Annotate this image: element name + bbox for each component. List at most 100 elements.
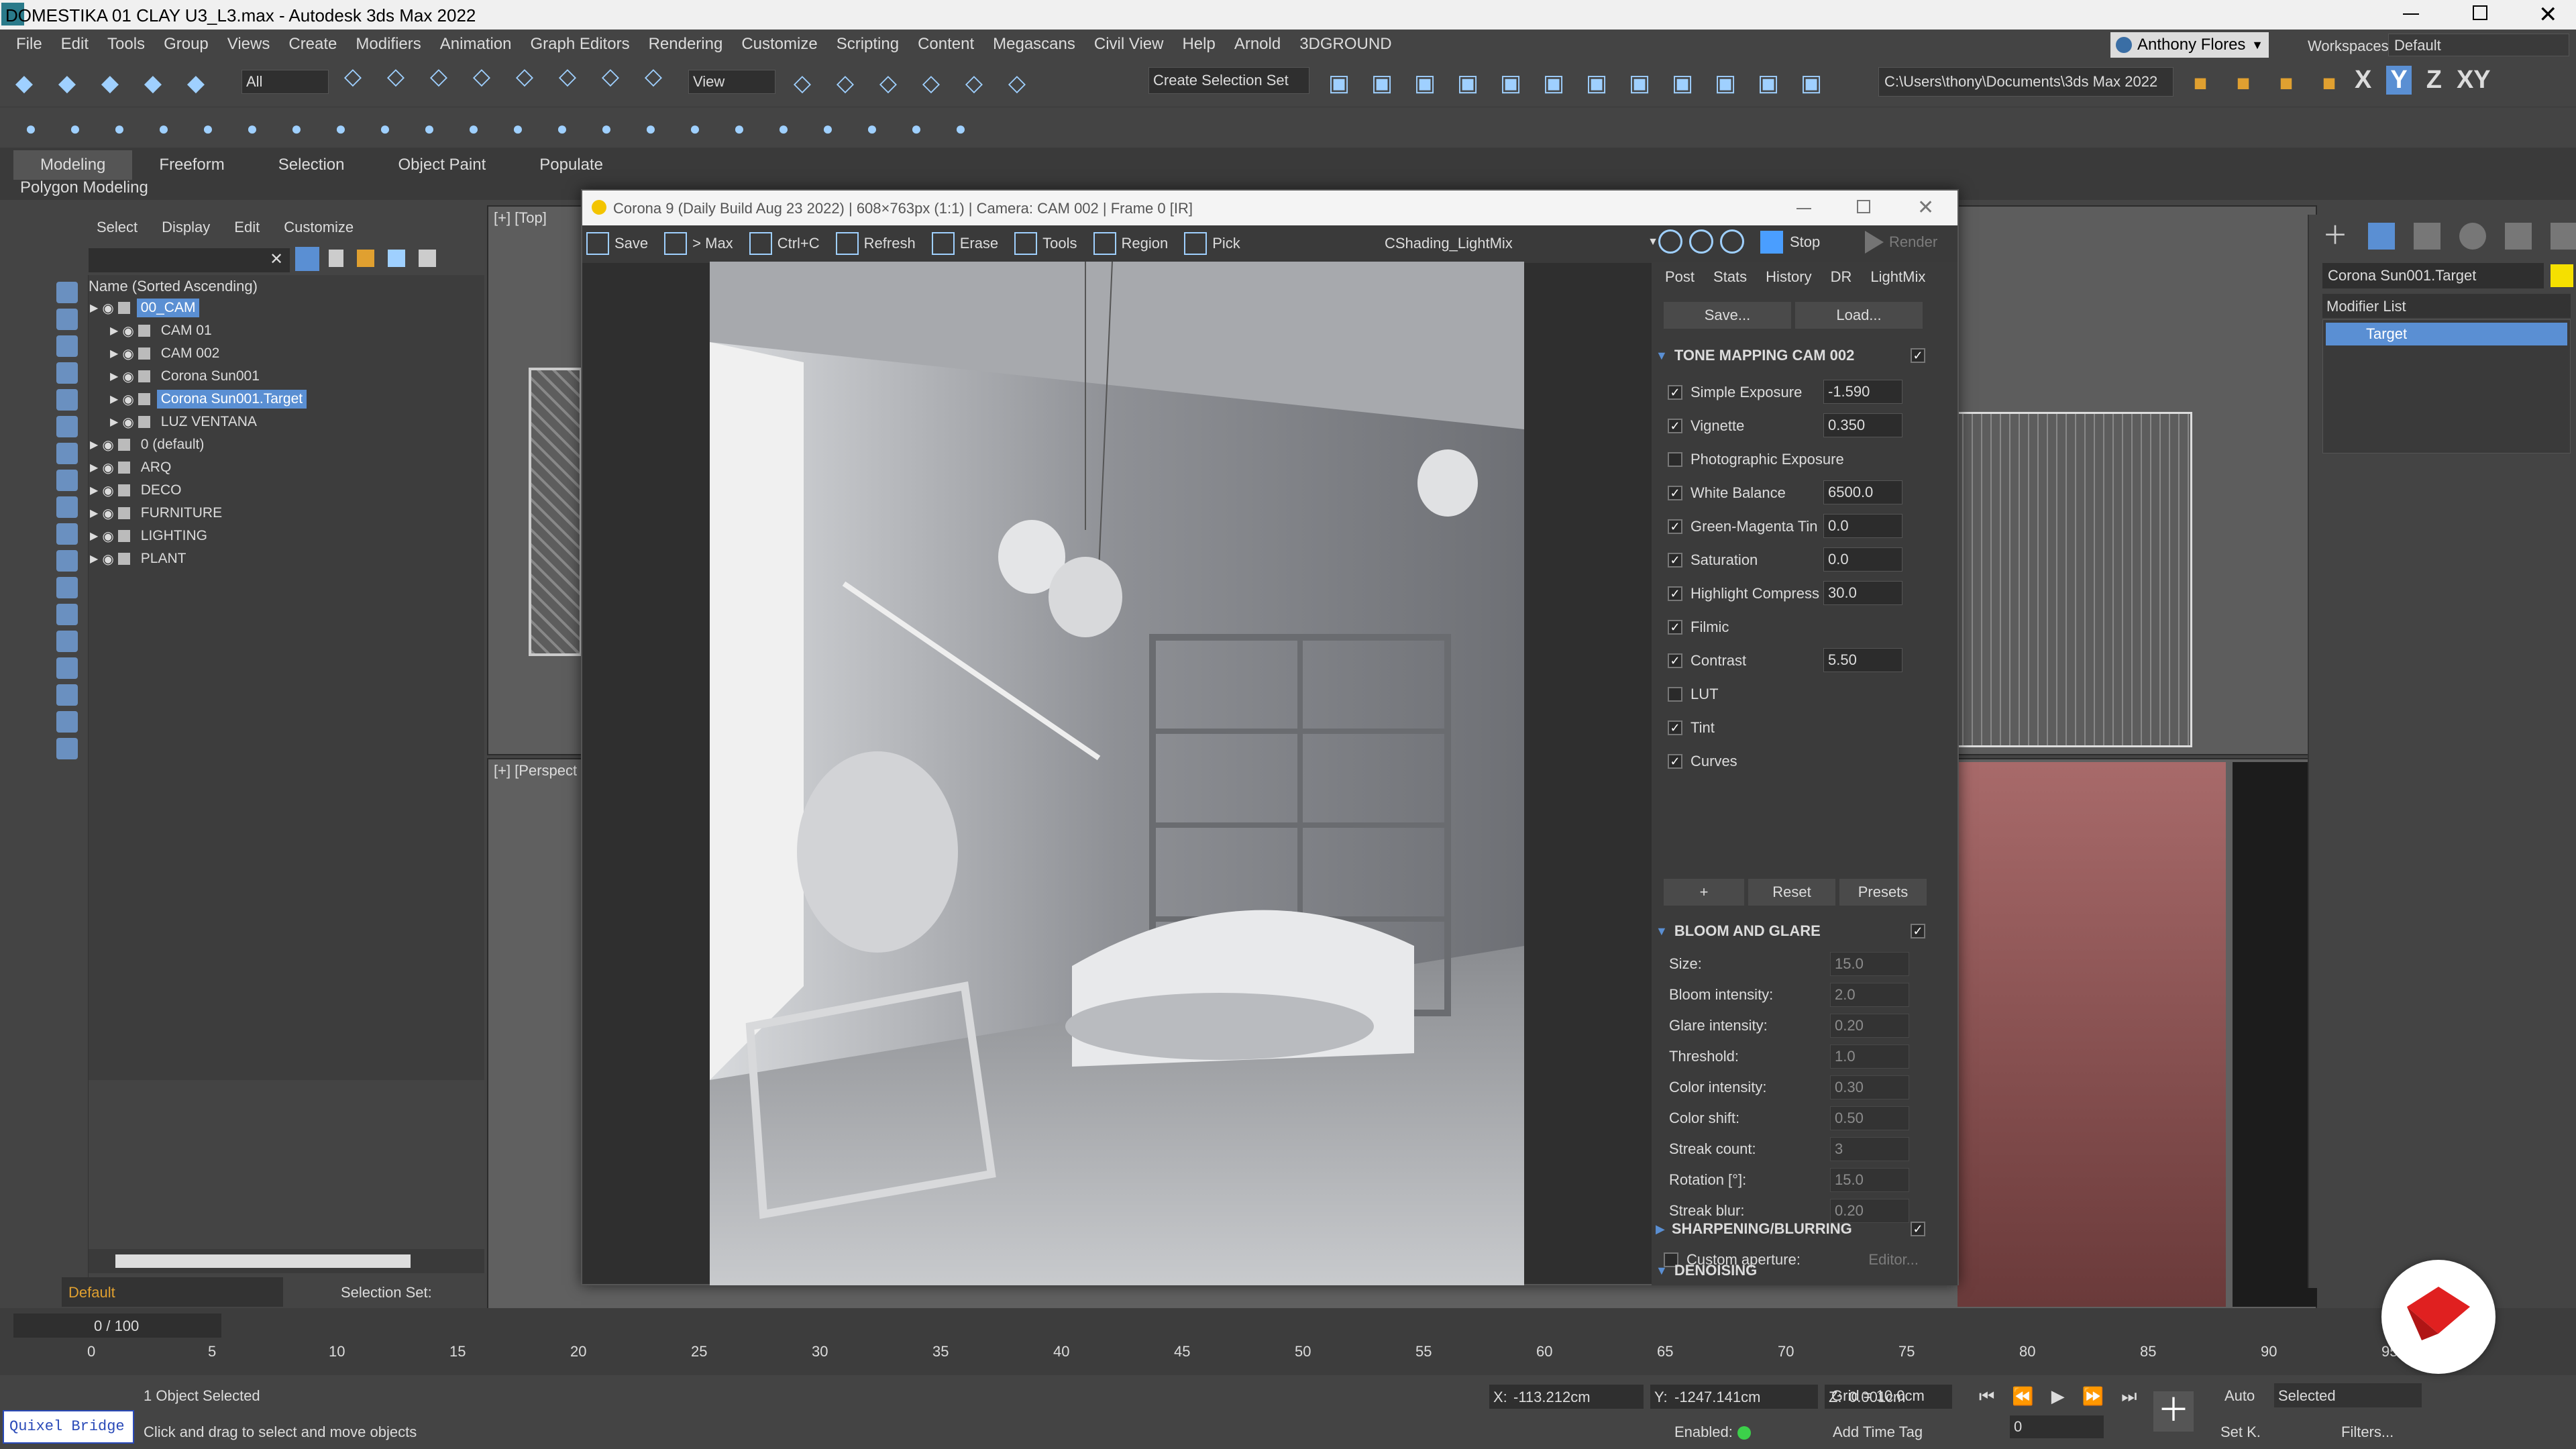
post-tab-post[interactable]: Post <box>1665 268 1695 286</box>
menu-animation[interactable]: Animation <box>431 35 521 54</box>
render-image[interactable] <box>710 262 1524 1285</box>
corona-cam-mod-icon[interactable]: ● <box>589 111 624 146</box>
viewport-persp-label[interactable]: [+] [Perspect <box>494 762 577 780</box>
visibility-eye-icon[interactable]: ◉ <box>102 528 113 545</box>
explorer-filter-12-icon[interactable] <box>56 577 78 598</box>
bloom-header[interactable]: ▼ BLOOM AND GLARE ✓ <box>1652 916 1933 946</box>
display-tab-icon[interactable] <box>2505 223 2532 250</box>
explorer-filter-11-icon[interactable] <box>56 550 78 572</box>
corona-chaos-icon[interactable]: ● <box>810 111 845 146</box>
menu-help[interactable]: Help <box>1173 35 1224 54</box>
project-folder-icon[interactable]: ■ <box>2183 66 2218 101</box>
menu-file[interactable]: File <box>7 35 52 54</box>
close-icon[interactable]: ✕ <box>2538 1 2558 28</box>
minimize-icon[interactable] <box>2403 13 2419 15</box>
vfb-tool-region-button[interactable]: Region <box>1093 232 1168 255</box>
sharpen-header[interactable]: ▶ SHARPENING/BLURRING ✓ <box>1652 1214 1933 1244</box>
presets-button[interactable]: Presets <box>1839 879 1927 906</box>
menu-create[interactable]: Create <box>279 35 346 54</box>
corona-sun-icon[interactable]: ● <box>146 111 181 146</box>
tone-row-value[interactable]: 30.0 <box>1823 581 1902 605</box>
corona-tree-icon[interactable]: ● <box>855 111 890 146</box>
lock-icon[interactable] <box>329 250 343 267</box>
bloom-checkbox[interactable]: ✓ <box>1911 924 1925 938</box>
visibility-eye-icon[interactable]: ◉ <box>102 505 113 522</box>
redo-icon[interactable]: ◆ <box>50 66 85 101</box>
stack-item[interactable]: Target <box>2326 323 2567 345</box>
visibility-eye-icon[interactable]: ◉ <box>102 300 113 317</box>
expand-arrow-icon[interactable]: ▶ <box>90 552 98 566</box>
pivot-icon[interactable]: ◇ <box>785 66 820 101</box>
menu-arnold[interactable]: Arnold <box>1225 35 1290 54</box>
bloom-row-value[interactable]: 0.20 <box>1830 1014 1909 1038</box>
corona-mtl-icon[interactable]: ● <box>500 111 535 146</box>
menu-content[interactable]: Content <box>908 35 983 54</box>
corona-lightmix-icon[interactable]: ● <box>722 111 757 146</box>
expand-arrow-icon[interactable]: ▶ <box>110 370 118 383</box>
tone-row-checkbox[interactable]: ✓ <box>1668 553 1682 568</box>
go-to-end-icon[interactable]: ⏭ <box>2121 1386 2137 1407</box>
explorer-tools-icons[interactable] <box>329 250 463 270</box>
zoom-fit-icon[interactable] <box>1720 229 1744 254</box>
explorer-filter-4-icon[interactable] <box>56 362 78 384</box>
place-icon[interactable]: ◇ <box>636 59 671 94</box>
motion-tab-icon[interactable] <box>2459 223 2486 250</box>
percent-snap-icon[interactable]: ◇ <box>914 66 949 101</box>
visibility-eye-icon[interactable]: ◉ <box>102 437 113 453</box>
corona-camera-icon[interactable]: ● <box>191 111 225 146</box>
select-by-name-icon[interactable]: ◇ <box>378 59 413 94</box>
add-time-tag[interactable]: Add Time Tag <box>1833 1424 1923 1441</box>
angle-snap-icon[interactable]: ◇ <box>871 66 906 101</box>
explorer-filter-3-icon[interactable] <box>56 335 78 357</box>
visibility-eye-icon[interactable]: ◉ <box>122 368 133 385</box>
view-dropdown[interactable]: View <box>688 70 775 94</box>
visibility-eye-icon[interactable]: ◉ <box>122 345 133 362</box>
vfb-tool-erase-button[interactable]: Erase <box>931 232 998 255</box>
material-editor-icon[interactable]: ▣ <box>1622 66 1657 101</box>
ribbon-tab-selection[interactable]: Selection <box>252 150 372 180</box>
object-name-field[interactable]: Corona Sun001.Target <box>2322 263 2544 288</box>
hierarchy-tab-icon[interactable] <box>2414 223 2440 250</box>
next-frame-icon[interactable]: ⏩ <box>2082 1386 2104 1407</box>
coord-x-field[interactable]: X: -113.212cm <box>1489 1385 1644 1409</box>
denoise-header[interactable]: ▼ DENOISING <box>1652 1258 1933 1283</box>
explorer-filter-1-icon[interactable] <box>56 282 78 303</box>
archive-icon[interactable]: ■ <box>2312 66 2347 101</box>
scene-explorer-icon[interactable]: ▣ <box>1407 66 1442 101</box>
align-icon[interactable]: ▣ <box>1364 66 1399 101</box>
coord-y-field[interactable]: Y: -1247.141cm <box>1650 1385 1818 1409</box>
project-path-dropdown[interactable]: C:\Users\thony\Documents\3ds Max 2022 <box>1878 67 2174 97</box>
menu-tools[interactable]: Tools <box>98 35 154 54</box>
menu-scripting[interactable]: Scripting <box>827 35 908 54</box>
explorer-menu-edit[interactable]: Edit <box>234 219 260 236</box>
explorer-filter-18-icon[interactable] <box>56 738 78 759</box>
tone-row-value[interactable]: -1.590 <box>1823 380 1902 404</box>
explorer-filter-6-icon[interactable] <box>56 416 78 437</box>
vfb-tool-pick-button[interactable]: Pick <box>1184 232 1240 255</box>
visibility-eye-icon[interactable]: ◉ <box>122 414 133 431</box>
expand-arrow-icon[interactable]: ▶ <box>110 347 118 360</box>
tone-row-checkbox[interactable]: ✓ <box>1668 720 1682 735</box>
corona-proxy-icon[interactable]: ● <box>235 111 270 146</box>
workspace-dropdown[interactable]: Default <box>2388 34 2569 56</box>
schematic-icon[interactable]: ▣ <box>1579 66 1614 101</box>
filter-dropdown[interactable]: All <box>241 70 329 94</box>
axis-z-button[interactable]: Z <box>2426 66 2442 95</box>
explorer-column-header[interactable]: Name (Sorted Ascending) <box>89 278 258 295</box>
vfb-tool-save-button[interactable]: Save <box>586 232 648 255</box>
user-box[interactable]: Anthony Flores ▼ <box>2110 32 2269 58</box>
ribbon-tab-populate[interactable]: Populate <box>513 150 630 180</box>
play-icon[interactable]: ▶ <box>2051 1386 2065 1407</box>
menu-megascans[interactable]: Megascans <box>983 35 1085 54</box>
post-tab-dr[interactable]: DR <box>1831 268 1852 286</box>
explorer-filter-13-icon[interactable] <box>56 604 78 625</box>
sharpen-checkbox[interactable]: ✓ <box>1911 1222 1925 1236</box>
corona-tex-icon[interactable]: ● <box>545 111 580 146</box>
corona-render-icon[interactable]: ● <box>13 111 48 146</box>
bind-space-warp-icon[interactable]: ◆ <box>178 66 213 101</box>
edit-named-sel-icon[interactable]: ◇ <box>1000 66 1034 101</box>
unlink-icon[interactable]: ◆ <box>136 66 170 101</box>
channel-dropdown[interactable]: CShading_LightMix ▼ <box>1381 231 1662 256</box>
corona-slicer-icon[interactable]: ● <box>412 111 447 146</box>
menu-graph-editors[interactable]: Graph Editors <box>521 35 639 54</box>
